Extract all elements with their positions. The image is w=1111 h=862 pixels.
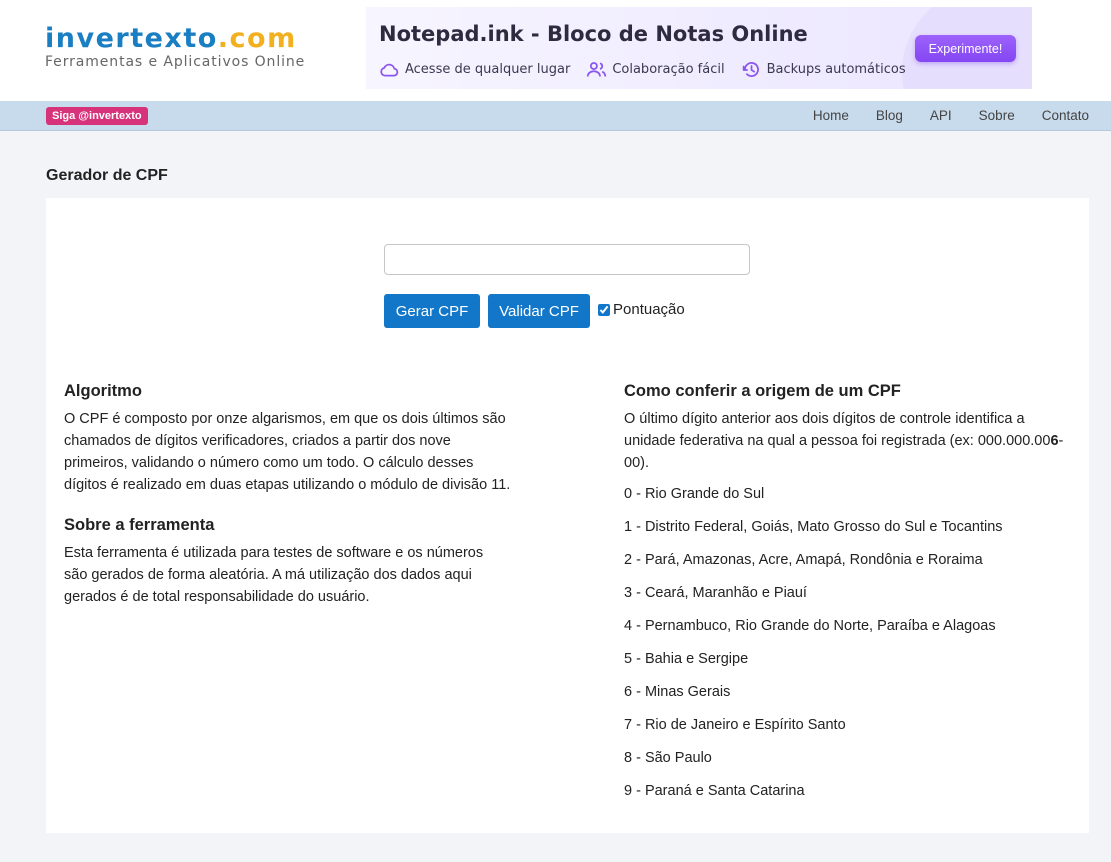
history-icon bbox=[742, 62, 759, 77]
info-column-right: Como conferir a origem de um CPF O últim… bbox=[624, 381, 1074, 813]
section-text: O CPF é composto por onze algarismos, em… bbox=[64, 411, 511, 493]
page-title: Gerador de CPF bbox=[46, 167, 168, 184]
tool-panel: Gerar CPF Validar CPF Pontuação Algoritm… bbox=[46, 198, 1089, 833]
site-header: invertexto.com Ferramentas e Aplicativos… bbox=[0, 0, 1111, 101]
section-heading: Sobre a ferramenta bbox=[64, 516, 215, 534]
list-item: 6 - Minas Gerais bbox=[624, 684, 731, 700]
ad-feature-label: Colaboração fácil bbox=[612, 62, 725, 77]
nav-link-api[interactable]: API bbox=[930, 108, 952, 123]
ad-feature-label: Backups automáticos bbox=[766, 62, 906, 77]
nav-links: Home Blog API Sobre Contato bbox=[813, 101, 1089, 130]
ad-banner[interactable]: Notepad.ink - Bloco de Notas Online Aces… bbox=[366, 7, 1032, 89]
pontuacao-label: Pontuação bbox=[613, 301, 685, 318]
list-item: 4 - Pernambuco, Rio Grande do Norte, Par… bbox=[624, 618, 996, 634]
list-item: 5 - Bahia e Sergipe bbox=[624, 651, 749, 667]
ad-feature: Backups automáticos bbox=[741, 60, 906, 79]
pontuacao-checkbox[interactable] bbox=[598, 303, 610, 316]
section-heading: Como conferir a origem de um CPF bbox=[624, 382, 901, 400]
list-item: 2 - Pará, Amazonas, Acre, Amapá, Rondôni… bbox=[624, 552, 983, 568]
list-item: 7 - Rio de Janeiro e Espírito Santo bbox=[624, 717, 846, 733]
ad-feature: Acesse de qualquer lugar bbox=[379, 60, 570, 79]
nav-link-blog[interactable]: Blog bbox=[876, 108, 903, 123]
cpf-input[interactable] bbox=[384, 244, 750, 275]
ad-feature-label: Acesse de qualquer lugar bbox=[405, 62, 571, 77]
section-text: O último dígito anterior aos dois dígito… bbox=[624, 408, 1074, 474]
section-sobre: Sobre a ferramenta Esta ferramenta é uti… bbox=[64, 515, 516, 608]
logo-name: invertexto bbox=[45, 23, 218, 54]
info-column-left: Algoritmo O CPF é composto por onze alga… bbox=[64, 381, 516, 608]
ad-features: Acesse de qualquer lugar Colaboração fác… bbox=[379, 60, 906, 79]
ad-feature: Colaboração fácil bbox=[586, 60, 725, 79]
gerar-cpf-button[interactable]: Gerar CPF bbox=[384, 294, 480, 328]
uf-list: 0 - Rio Grande do Sul 1 - Distrito Feder… bbox=[624, 483, 1074, 802]
section-text: Esta ferramenta é utilizada para testes … bbox=[64, 545, 484, 605]
nav-link-contato[interactable]: Contato bbox=[1042, 108, 1089, 123]
text-part: O último dígito anterior aos dois dígito… bbox=[624, 411, 1051, 449]
logo-wordmark: invertexto.com bbox=[45, 22, 305, 56]
ad-cta-button[interactable]: Experimente! bbox=[915, 35, 1016, 62]
users-icon bbox=[587, 62, 607, 77]
list-item: 9 - Paraná e Santa Catarina bbox=[624, 783, 805, 799]
follow-button[interactable]: Siga @invertexto bbox=[46, 107, 148, 125]
nav-bar: Siga @invertexto Home Blog API Sobre Con… bbox=[0, 101, 1111, 131]
list-item: 3 - Ceará, Maranhão e Piauí bbox=[624, 585, 807, 601]
nav-link-home[interactable]: Home bbox=[813, 108, 849, 123]
validar-cpf-button[interactable]: Validar CPF bbox=[488, 294, 590, 328]
list-item: 0 - Rio Grande do Sul bbox=[624, 486, 765, 502]
logo-domain: .com bbox=[217, 23, 297, 54]
list-item: 8 - São Paulo bbox=[624, 750, 712, 766]
site-logo[interactable]: invertexto.com Ferramentas e Aplicativos… bbox=[45, 22, 305, 70]
logo-tagline: Ferramentas e Aplicativos Online bbox=[45, 54, 306, 70]
pontuacao-option[interactable]: Pontuação bbox=[598, 301, 685, 318]
cloud-icon bbox=[380, 63, 399, 77]
ad-title: Notepad.ink - Bloco de Notas Online bbox=[379, 22, 808, 46]
text-highlight: 6 bbox=[1050, 433, 1059, 449]
nav-link-sobre[interactable]: Sobre bbox=[979, 108, 1015, 123]
section-algoritmo: Algoritmo O CPF é composto por onze alga… bbox=[64, 381, 516, 496]
section-heading: Algoritmo bbox=[64, 382, 142, 400]
list-item: 1 - Distrito Federal, Goiás, Mato Grosso… bbox=[624, 519, 1003, 535]
